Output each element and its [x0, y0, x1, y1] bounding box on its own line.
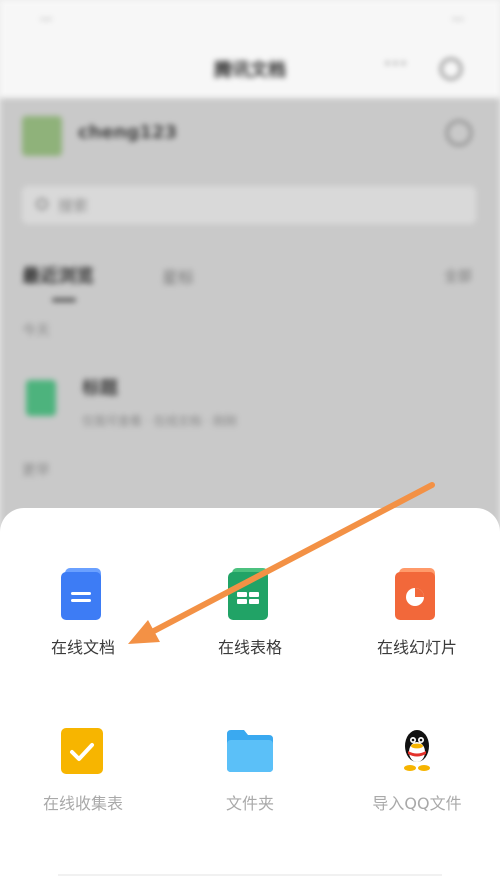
top-bar: 腾讯文档 ···: [0, 36, 500, 98]
bottom-divider: [58, 874, 442, 876]
option-online-form[interactable]: 在线收集表: [0, 724, 166, 814]
filter-dropdown[interactable]: 全部: [444, 266, 472, 286]
status-right: ...: [451, 9, 464, 24]
option-label: 文件夹: [225, 794, 274, 813]
section-today: 今天: [22, 323, 50, 339]
file-name[interactable]: 标题: [82, 374, 118, 400]
section-earlier: 更早: [22, 463, 50, 479]
online-doc-icon: [59, 568, 107, 620]
tab-recent[interactable]: 最近浏览: [22, 262, 94, 288]
app-title: 腾讯文档: [214, 60, 286, 81]
create-bottom-sheet: 在线文档 在线表格 在线幻灯片 在线收集表 文件夹 导入QQ文件: [0, 508, 500, 888]
online-sheet-icon: [226, 568, 274, 620]
option-online-sheet[interactable]: 在线表格: [167, 568, 333, 658]
status-left: ...: [40, 9, 53, 24]
more-icon[interactable]: ···: [384, 52, 408, 77]
username: cheng123: [78, 122, 177, 143]
folder-icon: [226, 724, 274, 776]
search-bar[interactable]: 搜索: [22, 186, 476, 224]
qq-penguin-icon: [393, 724, 441, 776]
settings-icon[interactable]: [440, 58, 462, 80]
option-label: 在线表格: [217, 638, 282, 657]
option-label: 在线幻灯片: [376, 638, 457, 657]
search-icon: [36, 198, 48, 210]
search-placeholder: 搜索: [58, 197, 89, 215]
option-folder[interactable]: 文件夹: [167, 724, 333, 814]
tab-starred[interactable]: 星标: [162, 264, 194, 288]
option-import-qq[interactable]: 导入QQ文件: [334, 724, 500, 814]
online-slides-icon: [393, 568, 441, 620]
option-online-slides[interactable]: 在线幻灯片: [334, 568, 500, 658]
online-form-icon: [59, 724, 107, 776]
option-label: 在线收集表: [42, 794, 123, 813]
status-bar: ... ...: [0, 0, 500, 36]
option-label: 在线文档: [50, 638, 115, 657]
avatar[interactable]: [22, 116, 62, 156]
option-label: 导入QQ文件: [372, 794, 462, 813]
user-icon[interactable]: [446, 120, 472, 146]
option-online-doc[interactable]: 在线文档: [0, 568, 166, 658]
tab-indicator: [52, 298, 76, 302]
sheet-file-icon: [26, 380, 56, 416]
file-meta: 仅我可查看 · 在线文档 · 刚刚: [82, 414, 237, 428]
